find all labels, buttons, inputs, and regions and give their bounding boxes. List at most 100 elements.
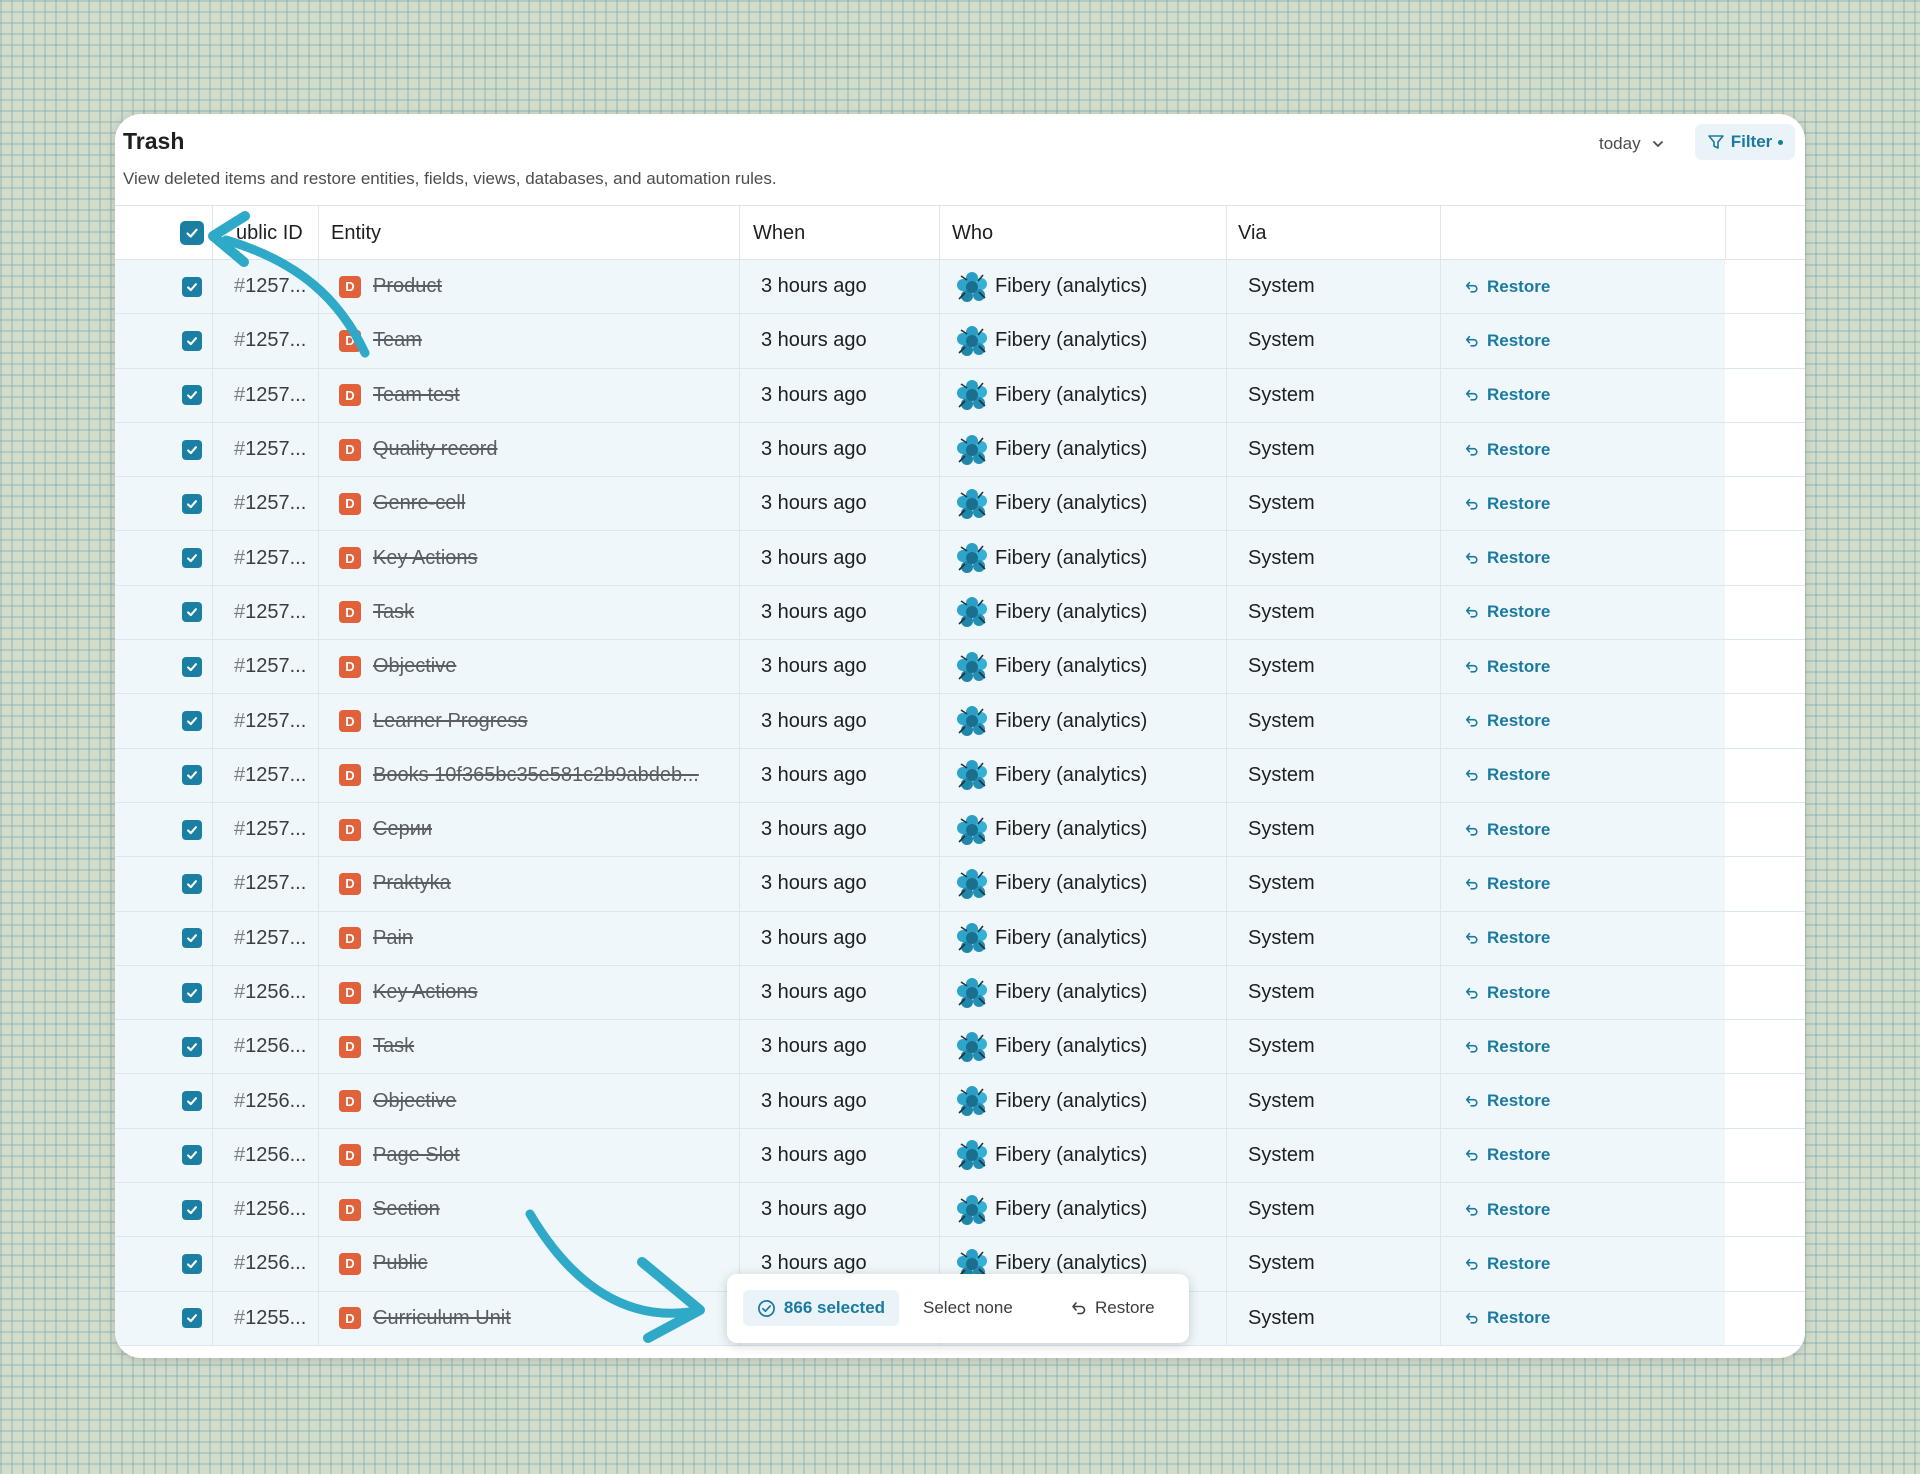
restore-button[interactable]: Restore	[1465, 531, 1550, 584]
entity-cell[interactable]: D Product	[339, 260, 442, 313]
row-checkbox[interactable]	[182, 803, 202, 856]
restore-button[interactable]: Restore	[1465, 912, 1550, 965]
table-row[interactable]: #1257... D Quality record 3 hours ago Fib…	[115, 422, 1805, 478]
row-checkbox[interactable]	[182, 531, 202, 584]
entity-cell[interactable]: D Team test	[339, 369, 460, 422]
restore-button[interactable]: Restore	[1465, 477, 1550, 530]
restore-button[interactable]: Restore	[1465, 694, 1550, 747]
restore-button[interactable]: Restore	[1465, 423, 1550, 476]
entity-name: Objective	[373, 655, 457, 678]
row-checkbox[interactable]	[182, 1129, 202, 1182]
entity-cell[interactable]: D Page Slot	[339, 1129, 460, 1182]
entity-cell[interactable]: D Серии	[339, 803, 432, 856]
entity-cell[interactable]: D Task	[339, 1020, 414, 1073]
public-id-cell: #1257...	[234, 749, 306, 802]
entity-cell[interactable]: D Team	[339, 314, 422, 367]
table-row[interactable]: #1257... D Team test 3 hours ago Fibery (…	[115, 368, 1805, 423]
hash-symbol: #	[234, 600, 246, 623]
selected-count-button[interactable]: 866 selected	[743, 1290, 899, 1326]
restore-button[interactable]: Restore	[1465, 1129, 1550, 1182]
table-row[interactable]: #1257... D Books 10f365bc35e581c2b9abdeb…	[115, 748, 1805, 803]
entity-cell[interactable]: D Books 10f365bc35e581c2b9abdeb...	[339, 749, 699, 802]
row-checkbox[interactable]	[182, 1074, 202, 1127]
restore-button[interactable]: Restore	[1465, 314, 1550, 367]
row-checkbox[interactable]	[182, 423, 202, 476]
restore-link: Restore	[1465, 494, 1550, 514]
row-checkbox[interactable]	[182, 912, 202, 965]
table-row[interactable]: #1257... D Key Actions 3 hours ago Fibery…	[115, 531, 1805, 586]
row-checkbox[interactable]	[182, 314, 202, 367]
column-header-who[interactable]: Who	[952, 206, 993, 260]
table-row[interactable]: #1257... D Pain 3 hours ago Fibery (analy…	[115, 911, 1805, 966]
when-cell: 3 hours ago	[761, 1089, 867, 1112]
restore-button[interactable]: Restore	[1465, 749, 1550, 802]
restore-button[interactable]: Restore	[1465, 640, 1550, 693]
via-cell: System	[1248, 709, 1315, 732]
row-checkbox[interactable]	[182, 694, 202, 747]
public-id-value: 1256...	[245, 1035, 307, 1058]
column-header-when[interactable]: When	[753, 206, 805, 260]
table-row[interactable]: #1256... D Key Actions 3 hours ago Fibery…	[115, 965, 1805, 1021]
table-row[interactable]: #1257... D Task 3 hours ago Fibery (analy…	[115, 585, 1805, 641]
date-filter-dropdown[interactable]: today	[1599, 128, 1665, 160]
restore-button[interactable]: Restore	[1465, 1183, 1550, 1236]
row-checkbox[interactable]	[182, 749, 202, 802]
restore-button[interactable]: Restore	[1465, 857, 1550, 910]
row-checkbox[interactable]	[182, 369, 202, 422]
entity-cell[interactable]: D Key Actions	[339, 531, 478, 584]
column-divider	[939, 640, 940, 694]
restore-button[interactable]: Restore	[1465, 1074, 1550, 1127]
row-checkbox[interactable]	[182, 1183, 202, 1236]
row-checkbox[interactable]	[182, 1292, 202, 1345]
column-header-entity[interactable]: Entity	[331, 206, 381, 260]
bulk-restore-button[interactable]: Restore	[1071, 1290, 1155, 1326]
table-row[interactable]: #1257... D Team 3 hours ago Fibery (analy…	[115, 314, 1805, 369]
table-row[interactable]: #1257... D Praktyka 3 hours ago Fibery (a…	[115, 857, 1805, 912]
table-row[interactable]: #1256... D Page Slot 3 hours ago Fibery (…	[115, 1128, 1805, 1184]
row-checkbox[interactable]	[182, 477, 202, 530]
entity-cell[interactable]: D Praktyka	[339, 857, 451, 910]
table-row[interactable]: #1257... D Product 3 hours ago Fibery (an…	[115, 260, 1805, 315]
restore-button[interactable]: Restore	[1465, 260, 1550, 313]
filter-button[interactable]: Filter	[1695, 124, 1795, 160]
restore-button[interactable]: Restore	[1465, 586, 1550, 639]
row-checkbox[interactable]	[182, 1237, 202, 1290]
table-row[interactable]: #1257... D Серии 3 hours ago Fibery (anal…	[115, 802, 1805, 858]
row-checkbox[interactable]	[182, 1020, 202, 1073]
select-none-button[interactable]: Select none	[923, 1290, 1013, 1326]
column-divider	[739, 1020, 740, 1074]
restore-label: Restore	[1487, 548, 1551, 568]
entity-cell[interactable]: D Learner Progress	[339, 694, 528, 747]
table-row[interactable]: #1256... D Task 3 hours ago Fibery (analy…	[115, 1020, 1805, 1075]
entity-cell[interactable]: D Public	[339, 1237, 427, 1290]
restore-button[interactable]: Restore	[1465, 966, 1550, 1019]
entity-cell[interactable]: D Task	[339, 586, 414, 639]
row-checkbox[interactable]	[182, 260, 202, 313]
entity-cell[interactable]: D Curriculum Unit	[339, 1292, 511, 1345]
table-row[interactable]: #1256... D Section 3 hours ago Fibery (an…	[115, 1183, 1805, 1238]
hash-symbol: #	[234, 1306, 246, 1329]
entity-cell[interactable]: D Quality record	[339, 423, 498, 476]
entity-cell[interactable]: D Pain	[339, 912, 413, 965]
row-checkbox[interactable]	[182, 857, 202, 910]
entity-cell[interactable]: D Key Actions	[339, 966, 478, 1019]
table-row[interactable]: #1257... D Objective 3 hours ago Fibery (…	[115, 640, 1805, 695]
restore-button[interactable]: Restore	[1465, 803, 1550, 856]
row-checkbox[interactable]	[182, 966, 202, 1019]
table-row[interactable]: #1257... D Learner Progress 3 hours ago F…	[115, 694, 1805, 749]
row-checkbox[interactable]	[182, 640, 202, 693]
entity-cell[interactable]: D Objective	[339, 1074, 456, 1127]
entity-cell[interactable]: D Genre-cell	[339, 477, 465, 530]
restore-button[interactable]: Restore	[1465, 1292, 1550, 1345]
restore-button[interactable]: Restore	[1465, 1237, 1550, 1290]
table-row[interactable]: #1257... D Genre-cell 3 hours ago Fibery …	[115, 477, 1805, 532]
restore-button[interactable]: Restore	[1465, 1020, 1550, 1073]
column-header-public-id[interactable]: ublic ID	[236, 206, 303, 260]
select-all-checkbox[interactable]	[180, 206, 204, 260]
table-row[interactable]: #1256... D Objective 3 hours ago Fibery (…	[115, 1074, 1805, 1129]
entity-cell[interactable]: D Objective	[339, 640, 456, 693]
entity-cell[interactable]: D Section	[339, 1183, 440, 1236]
column-header-via[interactable]: Via	[1238, 206, 1267, 260]
row-checkbox[interactable]	[182, 586, 202, 639]
restore-button[interactable]: Restore	[1465, 369, 1550, 422]
